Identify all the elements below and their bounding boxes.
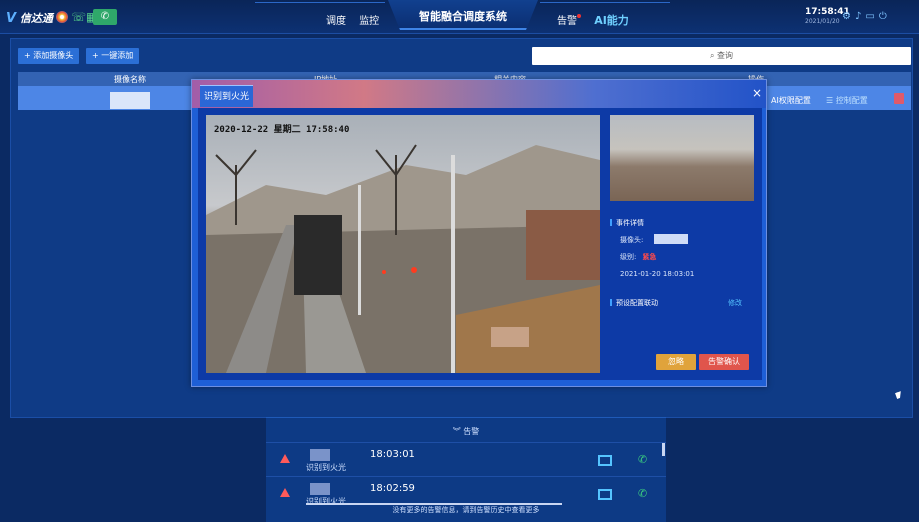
trash-icon[interactable] (894, 93, 904, 104)
video-timestamp: 2020-12-22 星期二 17:58:40 (214, 125, 350, 135)
alarm-confirm-button[interactable]: 告警确认 (699, 354, 749, 370)
ai-config-link[interactable]: AI权限配置 (771, 95, 811, 106)
camera-video-feed[interactable]: 2020-12-22 星期二 17:58:40 (206, 115, 600, 373)
phone-icon[interactable]: ✆ (638, 487, 647, 500)
edit-link[interactable]: 修改 (728, 298, 742, 308)
close-icon[interactable]: × (752, 86, 762, 100)
volume-icon[interactable]: ♪ (855, 11, 865, 22)
logout-icon[interactable]: ⏻ (879, 11, 891, 22)
modal-header: 识别到火光 × (192, 80, 766, 108)
alarm-camera-redacted (310, 449, 330, 461)
double-chevron-down-icon: ︾ (452, 427, 461, 436)
alarm-time: 18:02:59 (370, 483, 415, 494)
linked-plan-title: 预设配置联动 (610, 298, 658, 308)
app-logo: V 信达通 (6, 11, 53, 26)
alarm-camera-redacted (310, 483, 330, 495)
alarm-item[interactable]: 识别到火光 18:03:01 ✆ (266, 442, 666, 478)
warning-icon (280, 454, 290, 463)
phone-icon[interactable]: ✆ (638, 453, 647, 466)
add-camera-button[interactable]: + 添加摄像头 (18, 48, 80, 64)
call-button[interactable]: ✆ (93, 9, 117, 25)
col-camera-name: 摄像名称 (114, 75, 146, 84)
level-row: 级别: 紧急 (620, 253, 657, 261)
page-title: 智能融合调度系统 (419, 10, 507, 23)
camera-label: 摄像头: (620, 236, 644, 244)
video-playback-icon[interactable] (598, 455, 612, 466)
modal-title: 识别到火光 (200, 85, 254, 107)
camera-value-redacted (654, 234, 688, 244)
search-input[interactable]: ⌕ 查询 (532, 47, 911, 65)
message-icon[interactable]: ▭ (865, 11, 878, 22)
nav-right: 告警 AI能力 (557, 12, 629, 28)
nav-alarm[interactable]: 告警 (557, 16, 577, 27)
browser-icon[interactable] (56, 11, 68, 23)
top-bar: V 信达通 ☏▦ ✆ 调度 监控 智能融合调度系统 告警 AI能力 17:58:… (0, 0, 919, 34)
railway-scene-image (206, 144, 600, 373)
alarm-panel: ︾ 告警 识别到火光 18:03:01 ✆ 识别到火光 18:02:59 ✆ 没… (266, 417, 666, 522)
alarm-modal: 识别到火光 × 2020-12-22 星期二 17:58:40 事件详情 摄像头… (191, 79, 767, 387)
ctrl-config-link[interactable]: ☰ 控制配置 (826, 95, 868, 106)
one-click-add-button[interactable]: + 一键添加 (86, 48, 140, 64)
ignore-button[interactable]: 忽略 (656, 354, 696, 370)
alarm-time: 18:03:01 (370, 449, 415, 460)
nav-ai[interactable]: AI能力 (594, 14, 629, 27)
sliders-icon: ☰ (826, 96, 834, 105)
level-value: 紧急 (642, 253, 657, 261)
settings-icon[interactable]: ⚙ (842, 11, 855, 22)
event-details-title: 事件详情 (610, 218, 644, 228)
top-icons: ⚙♪▭⏻ (842, 11, 891, 22)
camera-name-redacted (110, 92, 150, 109)
event-time: 2021-01-20 18:03:01 (620, 270, 695, 278)
title-decoration-left (255, 2, 385, 26)
title-banner: 智能融合调度系统 (388, 0, 538, 30)
event-snapshot[interactable] (610, 115, 754, 201)
warning-icon (280, 488, 290, 497)
alarm-type: 识别到火光 (306, 463, 346, 472)
alarm-panel-header[interactable]: ︾ 告警 (266, 426, 666, 437)
video-playback-icon[interactable] (598, 489, 612, 500)
alarm-footer: 没有更多的告警信息，请到告警历史中查看更多 (392, 506, 540, 514)
